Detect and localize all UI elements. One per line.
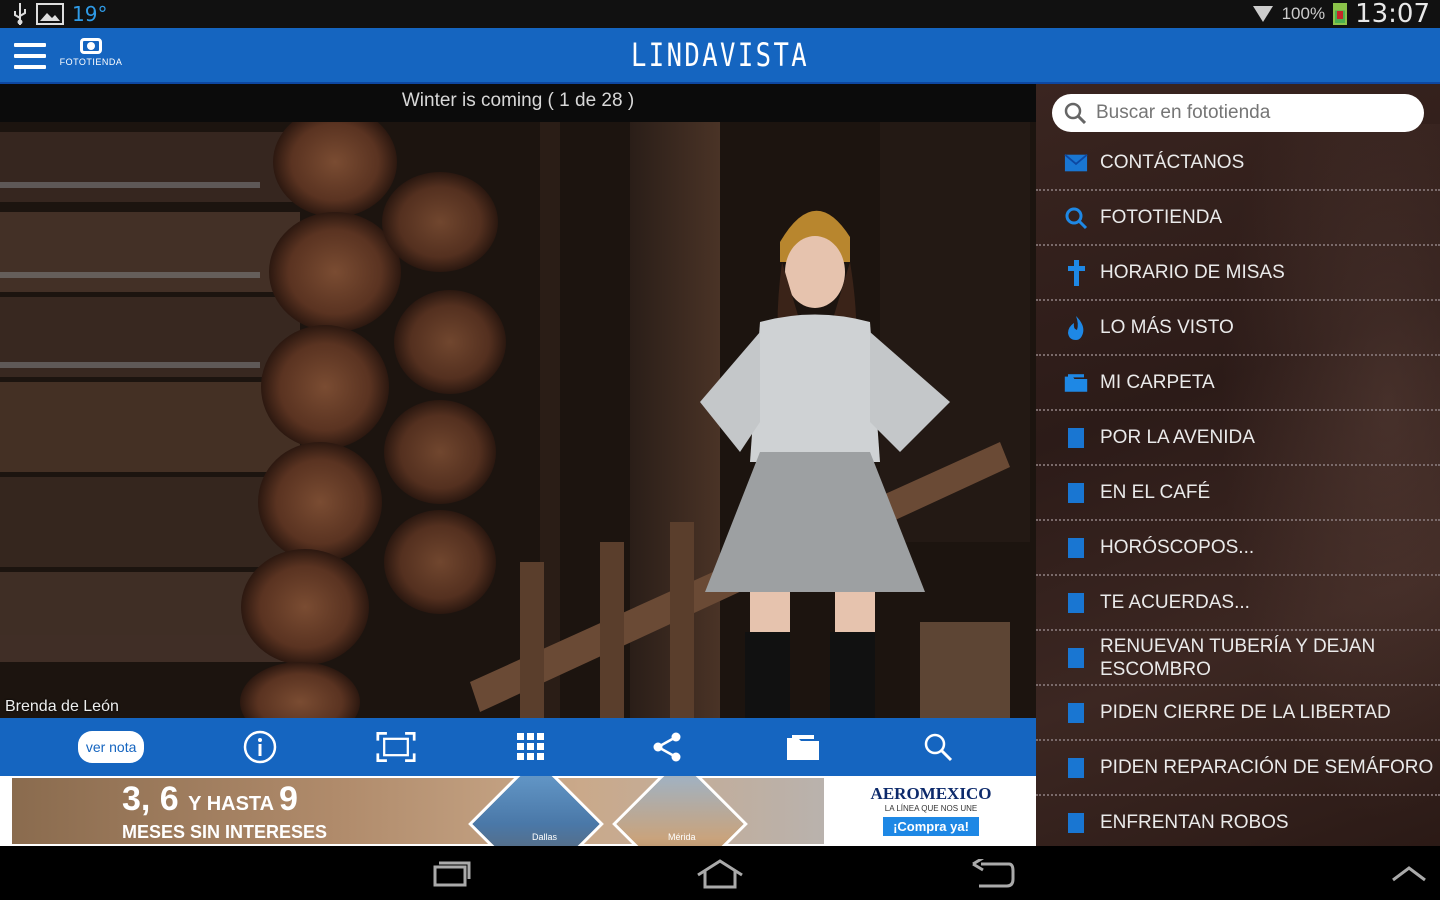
sidebar-item-label: PIDEN REPARACIÓN DE SEMÁFORO xyxy=(1100,757,1434,778)
logo-label: FOTOTIENDA xyxy=(59,57,123,67)
document-icon xyxy=(1064,756,1088,780)
sidebar-item-mi-carpeta[interactable]: MI CARPETA xyxy=(1036,356,1440,411)
sidebar-item-label: LO MÁS VISTO xyxy=(1100,317,1234,338)
grid-icon[interactable] xyxy=(511,727,551,767)
sidebar-item-fototienda[interactable]: FOTOTIENDA xyxy=(1036,191,1440,246)
back-icon[interactable] xyxy=(966,856,1020,892)
sidebar-item-te-acuerdas[interactable]: TE ACUERDAS... xyxy=(1036,576,1440,631)
photo-image xyxy=(0,122,1036,718)
recent-apps-icon[interactable] xyxy=(422,856,476,892)
sidebar-item-contactanos[interactable]: CONTÁCTANOS xyxy=(1036,136,1440,191)
search-icon[interactable] xyxy=(918,727,958,767)
battery-icon xyxy=(1333,3,1348,25)
sidebar-item-horario-de-misas[interactable]: HORARIO DE MISAS xyxy=(1036,246,1440,301)
app-bar: FOTOTIENDA LINDAVISTA xyxy=(0,28,1440,84)
sidebar-item-enfrentan-robos[interactable]: ENFRENTAN ROBOS xyxy=(1036,796,1440,846)
sidebar-item-piden-reparacion[interactable]: PIDEN REPARACIÓN DE SEMÁFORO xyxy=(1036,741,1440,796)
photo-credit: Brenda de León xyxy=(5,698,119,715)
sidebar-item-label: EN EL CAFÉ xyxy=(1100,482,1211,503)
sidebar-item-label: ENFRENTAN ROBOS xyxy=(1100,812,1289,833)
temperature: 19° xyxy=(72,2,108,26)
menu-icon[interactable] xyxy=(14,43,46,69)
side-search[interactable] xyxy=(1052,94,1424,132)
document-icon xyxy=(1064,481,1088,505)
fototienda-logo[interactable]: FOTOTIENDA xyxy=(58,38,124,76)
sidebar-item-label: MI CARPETA xyxy=(1100,372,1215,393)
sidebar-item-label: FOTOTIENDA xyxy=(1100,207,1223,228)
ad-cta-button[interactable]: ¡Compra ya! xyxy=(883,817,979,836)
side-menu: CONTÁCTANOS FOTOTIENDA HORARIO DE MISAS … xyxy=(1036,84,1440,846)
sidebar-item-label: POR LA AVENIDA xyxy=(1100,427,1255,448)
ver-nota-button[interactable]: ver nota xyxy=(77,731,145,763)
document-icon xyxy=(1064,811,1088,835)
system-nav-bar xyxy=(0,846,1440,900)
flame-icon xyxy=(1064,315,1088,340)
document-icon xyxy=(1064,536,1088,560)
sidebar-item-label: CONTÁCTANOS xyxy=(1100,152,1245,173)
ad-brand-tagline: LA LÍNEA QUE NOS UNE xyxy=(884,804,978,813)
sidebar-item-por-la-avenida[interactable]: POR LA AVENIDA xyxy=(1036,411,1440,466)
cross-icon xyxy=(1064,259,1088,286)
clock: 13:07 xyxy=(1355,0,1430,29)
sidebar-item-label: PIDEN CIERRE DE LA LIBERTAD xyxy=(1100,702,1391,723)
sidebar-item-piden-cierre[interactable]: PIDEN CIERRE DE LA LIBERTAD xyxy=(1036,686,1440,741)
photo-caption: Winter is coming ( 1 de 28 ) xyxy=(401,90,635,111)
ad-city-1: Dallas xyxy=(532,832,558,842)
sidebar-item-renuevan-tuberia[interactable]: RENUEVAN TUBERÍA Y DEJAN ESCOMBRO xyxy=(1036,631,1440,686)
sidebar-item-horoscopos[interactable]: HORÓSCOPOS... xyxy=(1036,521,1440,576)
status-left: 19° xyxy=(12,2,107,26)
battery-percent: 100% xyxy=(1281,4,1326,23)
app-title: LINDAVISTA xyxy=(630,36,810,74)
document-icon xyxy=(1064,426,1088,450)
sidebar-item-lo-mas-visto[interactable]: LO MÁS VISTO xyxy=(1036,301,1440,356)
folder-icon[interactable] xyxy=(783,727,823,767)
ad-city-2: Mérida xyxy=(668,832,696,842)
mail-icon xyxy=(1064,151,1088,175)
document-icon xyxy=(1064,591,1088,615)
document-icon xyxy=(1064,646,1088,670)
sidebar-item-label: HORÓSCOPOS... xyxy=(1100,537,1255,558)
chevron-up-icon[interactable] xyxy=(1382,856,1436,892)
photo-viewer: Winter is coming ( 1 de 28 ) Brenda de L… xyxy=(0,84,1036,718)
side-menu-list: CONTÁCTANOS FOTOTIENDA HORARIO DE MISAS … xyxy=(1036,136,1440,846)
search-icon xyxy=(1064,102,1086,124)
usb-icon xyxy=(14,3,26,25)
ad-banner[interactable]: 3, 6 Y HASTA 9 MESES SIN INTERESES Dalla… xyxy=(0,776,1036,846)
document-icon xyxy=(1064,701,1088,725)
share-icon[interactable] xyxy=(647,727,687,767)
sidebar-item-label: HORARIO DE MISAS xyxy=(1100,262,1285,283)
gallery-icon xyxy=(36,3,64,25)
ad-promo: 3, 6 Y HASTA 9 MESES SIN INTERESES Dalla… xyxy=(12,776,824,846)
ad-brand-panel: AEROMEXICO LA LÍNEA QUE NOS UNE ¡Compra … xyxy=(826,776,1036,846)
search-icon xyxy=(1064,206,1088,230)
side-search-input[interactable] xyxy=(1096,102,1396,124)
sidebar-item-label: TE ACUERDAS... xyxy=(1100,592,1250,613)
wifi-icon xyxy=(1252,6,1273,22)
camera-icon xyxy=(80,38,102,54)
sidebar-item-label: RENUEVAN TUBERÍA Y DEJAN ESCOMBRO xyxy=(1100,635,1376,680)
ad-subline: MESES SIN INTERESES xyxy=(122,822,328,842)
ad-headline: 3, 6 Y HASTA 9 xyxy=(122,780,298,818)
status-bar: 19° 100% 13:07 xyxy=(0,0,1440,29)
info-icon[interactable] xyxy=(240,727,280,767)
photo-toolbar: ver nota xyxy=(0,718,1036,776)
ad-brand: AEROMEXICO xyxy=(870,784,992,803)
home-icon[interactable] xyxy=(693,856,747,892)
fullscreen-icon[interactable] xyxy=(376,727,416,767)
status-right: 100% 13:07 xyxy=(1252,0,1430,29)
sidebar-item-en-el-cafe[interactable]: EN EL CAFÉ xyxy=(1036,466,1440,521)
gallery-photo[interactable]: Brenda de León xyxy=(0,122,1036,718)
folder-icon xyxy=(1064,371,1088,395)
